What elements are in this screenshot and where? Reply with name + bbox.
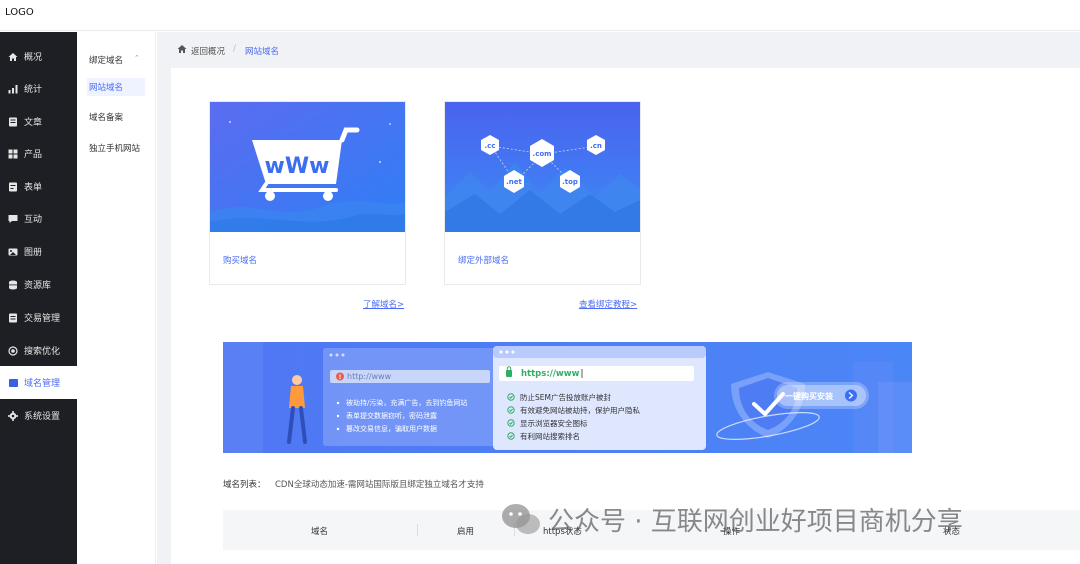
sidebar-item-trade[interactable]: 交易管理 [0, 301, 77, 334]
buy-install-button[interactable]: 一键购买安装 [785, 391, 833, 402]
sidebar-item-interact[interactable]: 互动 [0, 202, 77, 235]
album-icon [8, 247, 18, 257]
sidebar: 概况 统计 文章 产品 表单 互动 图册 资源库 交易管理 搜索优化 域名管理 … [0, 32, 77, 564]
https-url-text: https://www [521, 369, 580, 379]
sidebar-item-album[interactable]: 图册 [0, 235, 77, 268]
buy-domain-card[interactable]: wWw 购买域名 [209, 101, 406, 285]
sidebar-item-label: 资源库 [24, 281, 52, 291]
breadcrumb: 返回概况 / 网站域名 [157, 32, 1080, 68]
sidebar-item-label: 互动 [24, 215, 43, 225]
sidebar-item-stats[interactable]: 统计 [0, 72, 77, 105]
home-icon [8, 52, 18, 62]
domain-bubbles: .cc .com .cn .net .top [481, 135, 605, 193]
https-promo-banner[interactable]: ! http://www 被劫持/污染，充满广告，去到钓鱼网站 表单提交数据窃听… [223, 342, 912, 453]
sidebar-item-label: 概况 [24, 53, 43, 63]
chat-icon [8, 214, 18, 224]
stats-icon [8, 84, 18, 94]
column-divider [417, 524, 418, 536]
http-risk-2: 表单提交数据窃听，密码泄露 [346, 412, 437, 420]
article-icon [8, 117, 18, 127]
trade-icon [8, 313, 18, 323]
sidebar-item-article[interactable]: 文章 [0, 105, 77, 138]
home-icon [177, 44, 187, 57]
sidebar-item-label: 搜索优化 [24, 347, 61, 357]
buy-domain-label[interactable]: 购买域名 [223, 254, 257, 266]
sidebar-item-label: 交易管理 [24, 314, 61, 324]
svg-text:!: ! [339, 374, 342, 381]
domain-bubble-cn: .cn [590, 142, 602, 150]
gear-icon [8, 410, 18, 421]
sidebar-item-form[interactable]: 表单 [0, 170, 77, 203]
seo-icon [8, 345, 18, 356]
sidebar-item-product[interactable]: 产品 [0, 137, 77, 170]
breadcrumb-separator: / [233, 44, 236, 54]
learn-domain-link[interactable]: 了解域名> [363, 298, 404, 310]
sidebar-item-seo[interactable]: 搜索优化 [0, 334, 77, 367]
sidebar-item-label: 域名管理 [24, 379, 61, 389]
svg-text:wWw: wWw [265, 154, 330, 179]
sidebar-item-overview[interactable]: 概况 [0, 40, 77, 73]
https-benefit-1: 防止SEM广告投放账户被封 [520, 393, 611, 402]
sidebar-item-domain[interactable]: 域名管理 [0, 366, 77, 399]
domain-bubble-top: .top [562, 178, 578, 186]
subnav-item-icp[interactable]: 域名备案 [87, 108, 145, 126]
breadcrumb-back-link[interactable]: 返回概况 [191, 45, 225, 57]
main-content: wWw 购买域名 了解域名> 绑定外部域名 .cc .com .cn .net … [157, 68, 1080, 564]
form-icon [8, 182, 18, 192]
http-url-text: http://www [347, 372, 392, 381]
domain-icon [8, 378, 18, 388]
database-icon [8, 280, 18, 290]
sidebar-item-label: 文章 [24, 118, 43, 128]
content-panel: wWw 购买域名 了解域名> 绑定外部域名 .cc .com .cn .net … [171, 68, 1080, 564]
watermark: 公众号 · 互联网创业好项目商机分享 [500, 500, 963, 538]
sidebar-item-label: 产品 [24, 150, 43, 160]
column-enable: 启用 [457, 527, 475, 537]
subnav-item-mobile-site[interactable]: 独立手机网站 [87, 139, 145, 157]
binding-tutorial-link[interactable]: 查看绑定教程> [579, 298, 637, 310]
http-risk-1: 被劫持/污染，充满广告，去到钓鱼网站 [346, 399, 468, 407]
domain-bubble-net: .net [506, 178, 522, 186]
sidebar-item-label: 表单 [24, 183, 43, 193]
domain-bubble-com: .com [533, 150, 552, 158]
sidebar-item-label: 统计 [24, 85, 43, 95]
sidebar-item-label: 系统设置 [24, 412, 61, 422]
product-icon [8, 149, 18, 159]
https-benefit-3: 显示浏览器安全图标 [520, 419, 588, 428]
domain-list-note: CDN全球动态加速-需网站国际版且绑定独立域名才支持 [275, 480, 484, 490]
https-benefit-2: 有效避免网站被劫持，保护用户隐私 [520, 406, 640, 415]
wechat-icon [502, 504, 540, 534]
subnav-item-site-domain[interactable]: 网站域名 [87, 78, 145, 96]
sidebar-item-settings[interactable]: 系统设置 [0, 399, 77, 432]
top-bar: LOGO [0, 0, 1080, 31]
column-domain: 域名 [311, 527, 329, 537]
domain-bubble-cc: .cc [485, 142, 496, 150]
sidebar-item-label: 图册 [24, 248, 43, 258]
cart-illustration: wWw [210, 102, 405, 232]
logo: LOGO [5, 7, 34, 18]
sidebar-item-resource[interactable]: 资源库 [0, 268, 77, 301]
chevron-up-icon[interactable]: ⌃ [134, 54, 140, 62]
breadcrumb-current: 网站域名 [245, 47, 280, 57]
https-benefit-4: 有利网站搜索排名 [520, 432, 580, 441]
http-risk-3: 篡改交易信息，骗取用户数据 [346, 425, 437, 433]
watermark-text: 公众号 · 互联网创业好项目商机分享 [548, 506, 963, 537]
subnav-title[interactable]: 绑定域名 [89, 54, 123, 66]
domain-list-label: 域名列表： [223, 480, 266, 490]
bind-external-domain-label[interactable]: 绑定外部域名 [458, 254, 509, 266]
sub-nav: 绑定域名 ⌃ 网站域名 域名备案 独立手机网站 [77, 32, 156, 564]
